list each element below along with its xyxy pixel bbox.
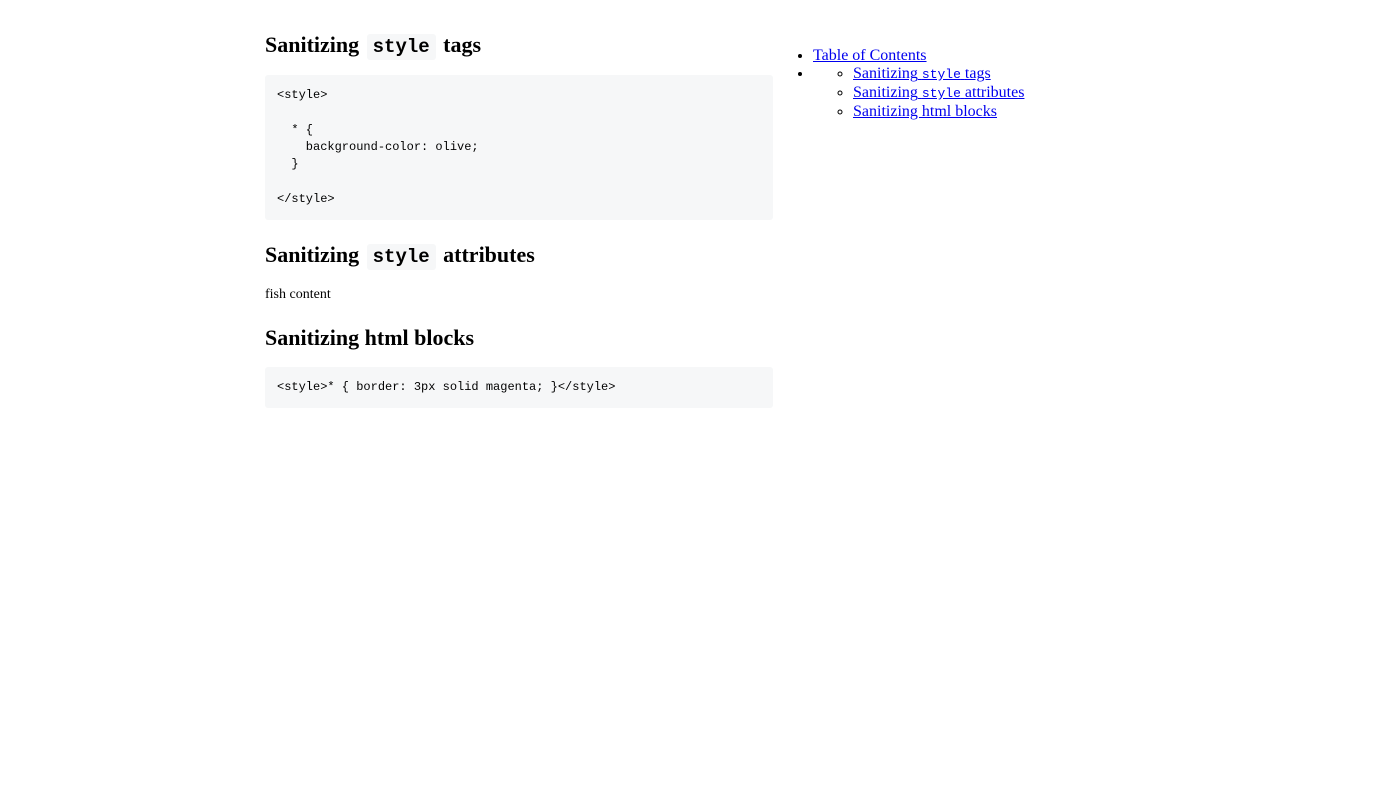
inline-code: style xyxy=(921,67,961,82)
toc-link-html-blocks[interactable]: Sanitizing html blocks xyxy=(853,103,997,120)
heading-style-attributes: Sanitizing style attributes xyxy=(265,242,773,271)
heading-style-tags: Sanitizing style tags xyxy=(265,32,773,60)
heading-text: Sanitizing xyxy=(265,242,360,268)
link-text: tags xyxy=(964,65,991,82)
toc-link-style-tags[interactable]: Sanitizing style tags xyxy=(853,65,991,82)
heading-text: tags xyxy=(443,32,482,57)
toc-item: Sanitizing style tags Sanitizing style a… xyxy=(813,65,1024,121)
heading-text: Sanitizing xyxy=(265,32,360,57)
code-block-style-tags: <style> * { background-color: olive; } <… xyxy=(265,75,773,221)
code-block-html: <style>* { border: 3px solid magenta; }<… xyxy=(265,367,773,409)
toc-subitem: Sanitizing style tags xyxy=(853,65,1024,84)
page: Sanitizing style tags <style> * { backgr… xyxy=(265,0,1024,409)
inline-code: style xyxy=(366,244,436,271)
toc-link-style-attributes[interactable]: Sanitizing style attributes xyxy=(853,84,1024,101)
toc-title-link[interactable]: Table of Contents xyxy=(813,47,927,64)
inline-code: style xyxy=(366,34,436,60)
toc-list: Table of Contents Sanitizing style tags … xyxy=(773,47,1024,121)
toc-sublist: Sanitizing style tags Sanitizing style a… xyxy=(813,65,1024,121)
link-text: Sanitizing xyxy=(853,84,918,101)
table-of-contents: Table of Contents Sanitizing style tags … xyxy=(773,47,1024,408)
main-content: Sanitizing style tags <style> * { backgr… xyxy=(265,0,773,409)
toc-subitem: Sanitizing style attributes xyxy=(853,84,1024,103)
link-text: Sanitizing xyxy=(853,65,918,82)
link-text: attributes xyxy=(964,84,1025,101)
paragraph: fish content xyxy=(265,287,331,303)
heading-html-blocks: Sanitizing html blocks xyxy=(265,325,475,351)
toc-item: Table of Contents xyxy=(813,47,1024,65)
inline-code: style xyxy=(921,86,961,101)
heading-text: attributes xyxy=(443,242,535,268)
toc-subitem: Sanitizing html blocks xyxy=(853,103,1024,121)
